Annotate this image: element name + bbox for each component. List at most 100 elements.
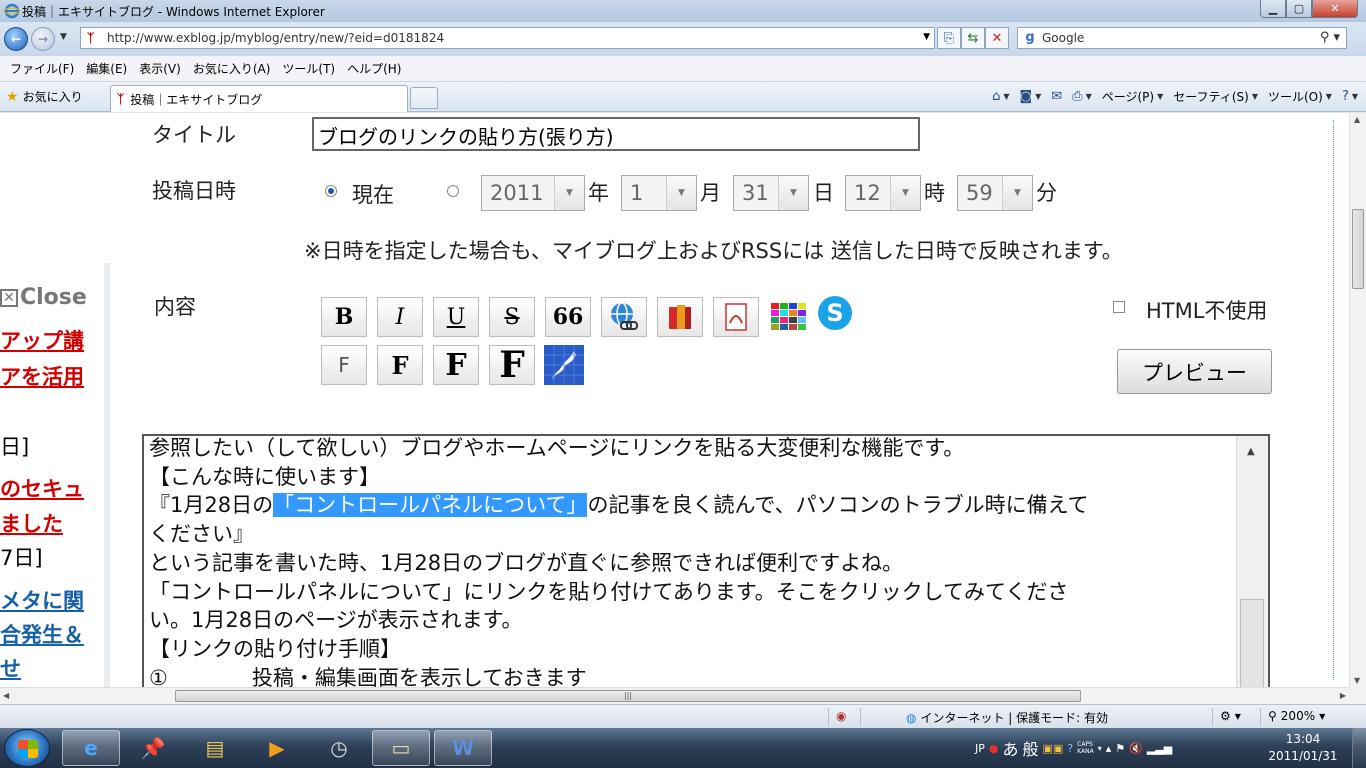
insert-book-button[interactable] xyxy=(657,297,703,337)
scroll-up-icon[interactable]: ▲ xyxy=(1354,115,1360,124)
now-radio[interactable] xyxy=(325,185,337,197)
page-hscroll-thumb[interactable]: ||| xyxy=(175,690,1081,702)
forward-button[interactable]: → xyxy=(31,27,55,51)
show-desktop-button[interactable] xyxy=(1352,728,1366,768)
insert-pdf-button[interactable] xyxy=(713,297,759,337)
clock[interactable]: 13:04 2011/01/31 xyxy=(1268,731,1338,765)
taskbar-word[interactable]: W xyxy=(434,730,492,766)
addons-button[interactable]: ⚙ ▼ xyxy=(1220,709,1241,723)
menu-favorites[interactable]: お気に入り(A) xyxy=(187,60,277,77)
taskbar-explorer[interactable]: ▤ xyxy=(186,730,244,766)
address-input[interactable]: ᛉ http://www.exblog.jp/myblog/entry/new/… xyxy=(80,27,935,49)
page-menu[interactable]: ページ(P) ▼ xyxy=(1102,88,1164,105)
feeds-button[interactable]: ◙ ▼ xyxy=(1019,89,1041,104)
search-icon[interactable]: ⚲ ▾ xyxy=(1320,30,1340,45)
start-button[interactable] xyxy=(4,729,50,767)
menu-help[interactable]: ヘルプ(H) xyxy=(341,60,407,77)
sidebar-link[interactable]: のセキュ xyxy=(0,473,84,503)
privacy-report-button[interactable]: ◉ xyxy=(836,709,846,723)
mail-button[interactable]: ✉ xyxy=(1051,89,1062,104)
year-select[interactable]: 2011 ▼ xyxy=(481,175,585,211)
font-size-s-button[interactable]: F xyxy=(377,345,423,385)
menu-tools[interactable]: ツール(T) xyxy=(276,60,341,77)
maximize-button[interactable]: ▢ xyxy=(1286,0,1312,18)
stop-button[interactable]: ✕ xyxy=(985,27,1009,49)
action-center-icon[interactable]: ⚑ xyxy=(1115,742,1125,755)
editor-scrollbar[interactable]: ▲ xyxy=(1236,436,1268,687)
taskbar-ie[interactable]: e xyxy=(62,730,120,766)
preview-button[interactable]: プレビュー xyxy=(1117,349,1272,394)
sidebar-link[interactable]: アを活用 xyxy=(0,361,84,391)
refresh-button[interactable]: ⇆ xyxy=(961,27,985,49)
scroll-left-icon[interactable]: ◀ xyxy=(3,691,9,700)
font-size-xs-button[interactable]: F xyxy=(321,345,367,385)
sidebar-link[interactable]: アップ講 xyxy=(0,325,84,355)
specify-datetime-radio[interactable] xyxy=(447,185,459,197)
print-button[interactable]: ⎙ ▼ xyxy=(1072,89,1092,104)
ime-tools-icon[interactable]: ▣▣ xyxy=(1043,742,1064,755)
safety-menu[interactable]: セーフティ(S) ▼ xyxy=(1173,88,1258,105)
new-tab-button[interactable] xyxy=(410,87,438,109)
font-size-l-button[interactable]: F xyxy=(489,344,535,386)
close-panel-button[interactable]: ✕ Close xyxy=(0,285,87,310)
security-zone[interactable]: ◍ インターネット | 保護モード: 有効 xyxy=(906,709,1108,726)
zoom-button[interactable]: ⚲ 200% ▼ xyxy=(1268,709,1325,723)
taskbar-clock-app[interactable]: ◷ xyxy=(310,730,368,766)
color-palette-button[interactable] xyxy=(766,297,812,337)
volume-muted-icon[interactable]: 🔇 xyxy=(1129,742,1143,755)
month-select[interactable]: 1 ▼ xyxy=(621,175,697,211)
history-dropdown[interactable]: ▼ xyxy=(60,32,67,42)
close-window-button[interactable]: ✕ xyxy=(1312,0,1358,18)
sidebar-link[interactable]: 合発生＆ xyxy=(0,619,84,649)
network-signal-icon[interactable]: ▂▃▅ xyxy=(1147,742,1172,755)
title-input[interactable]: ブログのリンクの貼り方(張り方) xyxy=(312,117,920,151)
insert-link-button[interactable] xyxy=(601,297,647,337)
minimize-button[interactable]: ▁ xyxy=(1260,0,1286,18)
taskbar-pin[interactable]: 📌 xyxy=(124,730,182,766)
hour-select[interactable]: 12 ▼ xyxy=(845,175,921,211)
taskbar-media[interactable]: ▶ xyxy=(248,730,306,766)
search-input[interactable]: g Google ⚲ ▾ xyxy=(1017,27,1347,49)
taskbar-window[interactable]: ▭ xyxy=(372,730,430,766)
sidebar-link[interactable]: ました xyxy=(0,508,63,538)
page-vertical-scrollbar[interactable]: ▲ ▼ xyxy=(1349,113,1366,687)
menu-edit[interactable]: 編集(E) xyxy=(80,60,133,77)
strikethrough-button[interactable]: S xyxy=(489,297,535,337)
tab-active[interactable]: ᛉ 投稿｜エキサイトブログ xyxy=(110,85,408,112)
favorites-button[interactable]: ★ お気に入り xyxy=(6,88,83,105)
scroll-down-icon[interactable]: ▼ xyxy=(1354,676,1360,685)
font-size-m-button[interactable]: F xyxy=(433,345,479,385)
ime-mode-hiragana[interactable]: あ xyxy=(1003,736,1019,760)
language-indicator[interactable]: JP xyxy=(975,742,985,755)
content-editor[interactable]: 参照したい（して欲しい）ブログやホームページにリンクを貼る大変便利な機能です。 … xyxy=(142,434,1270,687)
menu-view[interactable]: 表示(V) xyxy=(133,60,187,77)
insert-map-button[interactable] xyxy=(542,343,586,387)
page-scroll-thumb[interactable] xyxy=(1352,209,1364,289)
tray-expand-icon[interactable]: ▴ xyxy=(1106,742,1112,755)
help-button[interactable]: ? ▼ xyxy=(1342,89,1358,104)
italic-button[interactable]: I xyxy=(377,297,423,337)
ime-mode-general[interactable]: 般 xyxy=(1023,736,1039,760)
scroll-right-icon[interactable]: ▶ xyxy=(1340,691,1346,700)
skype-button[interactable]: S xyxy=(812,293,858,333)
tools-menu[interactable]: ツール(O) ▼ xyxy=(1268,88,1332,105)
sidebar-link[interactable]: せ xyxy=(0,653,21,683)
ime-help-icon[interactable]: ? xyxy=(1067,742,1073,755)
page-horizontal-scrollbar[interactable]: ◀ ||| ▶ xyxy=(0,687,1349,704)
ime-icon[interactable]: ● xyxy=(989,742,999,755)
bold-button[interactable]: B xyxy=(321,297,367,337)
quote-button[interactable]: 66 xyxy=(545,297,591,337)
html-disable-checkbox[interactable] xyxy=(1113,301,1125,313)
underline-button[interactable]: U xyxy=(433,297,479,337)
back-button[interactable]: ← xyxy=(4,27,28,51)
compatibility-view-button[interactable]: ⎘ xyxy=(937,27,961,49)
minute-select[interactable]: 59 ▼ xyxy=(957,175,1033,211)
day-select[interactable]: 31 ▼ xyxy=(733,175,809,211)
editor-scroll-thumb[interactable] xyxy=(1240,599,1264,687)
ime-options-icon[interactable]: ▾ xyxy=(1098,744,1102,753)
address-dropdown-icon[interactable]: ▼ xyxy=(923,32,930,42)
menu-file[interactable]: ファイル(F) xyxy=(4,60,80,77)
home-button[interactable]: ⌂ ▼ xyxy=(992,89,1009,104)
sidebar-link[interactable]: メタに関 xyxy=(0,585,84,615)
scroll-up-icon[interactable]: ▲ xyxy=(1247,446,1255,457)
